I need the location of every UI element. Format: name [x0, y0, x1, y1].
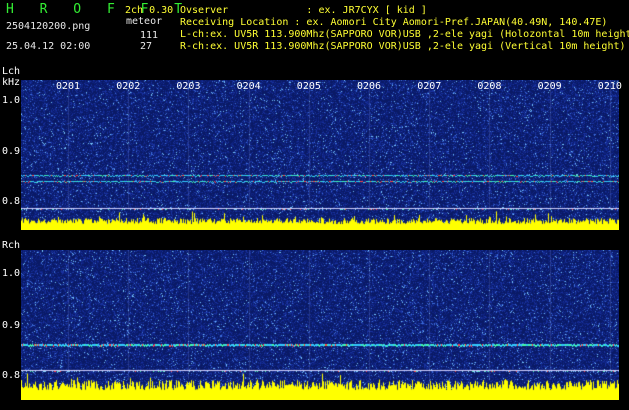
- rch-spectrogram: [21, 250, 619, 400]
- time-tick-0204: 0204: [236, 81, 261, 92]
- lch-tick-0-8: 0.8: [2, 196, 21, 207]
- lch-info-line: L-ch:ex. UV5R 113.900Mhz(SAPPORO VOR)USB…: [180, 29, 629, 40]
- filename-label: 2504120200.png: [6, 21, 91, 32]
- rch-tick-1-0: 1.0: [2, 268, 21, 279]
- time-tick-0205: 0205: [296, 81, 321, 92]
- time-tick-0206: 0206: [357, 81, 382, 92]
- hrofft-window: H R O F F T 2ch 0.30 2504120200.png mete…: [0, 0, 629, 410]
- rch-tick-0-9: 0.9: [2, 320, 21, 331]
- time-tick-0203: 0203: [176, 81, 201, 92]
- lch-tick-1-0: 1.0: [2, 95, 21, 106]
- version-label: 2ch 0.30: [125, 5, 174, 16]
- lch-unit-label: kHz: [2, 77, 21, 88]
- datetime-label: 25.04.12 02:00: [6, 41, 91, 52]
- rch-count: 27: [140, 41, 153, 52]
- time-tick-0201: 0201: [56, 81, 81, 92]
- time-tick-0207: 0207: [417, 81, 442, 92]
- time-tick-0202: 0202: [116, 81, 141, 92]
- rch-label: Rch: [2, 240, 21, 251]
- mode-label: meteor: [126, 16, 163, 27]
- lch-spectrogram: [21, 80, 619, 230]
- rch-tick-0-8: 0.8: [2, 370, 21, 381]
- observer-line: Ovserver : ex. JR7CYX [ kid ]: [180, 5, 427, 16]
- lch-count: 111: [140, 30, 159, 41]
- location-line: Receiving Location : ex. Aomori City Aom…: [180, 17, 608, 28]
- lch-label: Lch: [2, 66, 21, 77]
- time-tick-0208: 0208: [477, 81, 502, 92]
- time-tick-0209: 0209: [537, 81, 562, 92]
- lch-tick-0-9: 0.9: [2, 146, 21, 157]
- rch-info-line: R-ch:ex. UV5R 113.900Mhz(SAPPORO VOR)USB…: [180, 41, 626, 52]
- time-tick-0210: 0210: [597, 81, 622, 92]
